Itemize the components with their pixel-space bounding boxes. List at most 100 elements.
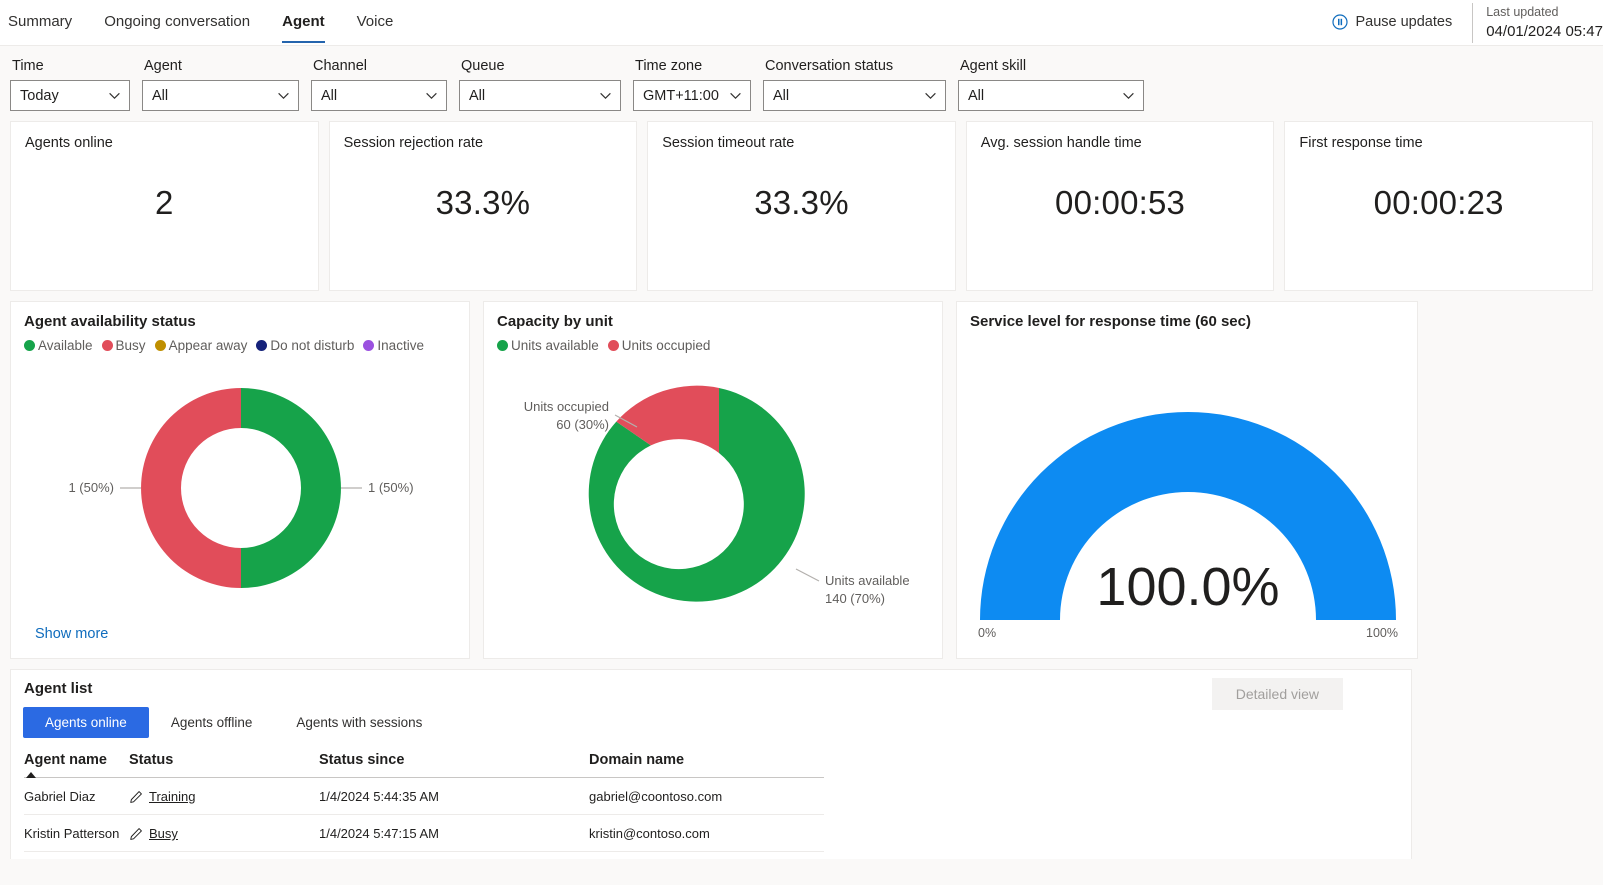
kpi-value: 00:00:23 (1373, 184, 1504, 221)
column-label: Domain name (589, 752, 685, 768)
tab-label: Ongoing conversation (104, 13, 251, 30)
filter-agent-select[interactable]: All (142, 80, 299, 111)
show-more-link[interactable]: Show more (35, 626, 108, 642)
kpi-session-timeout-rate: Session timeout rate 33.3% (647, 121, 956, 291)
column-label: Agent name (24, 752, 107, 768)
donut-label-left: 1 (50%) (68, 480, 114, 495)
pill-agents-with-sessions[interactable]: Agents with sessions (274, 707, 444, 738)
donut-slice-available[interactable] (241, 388, 341, 588)
filter-value: All (968, 87, 985, 104)
status-link[interactable]: Busy (149, 826, 178, 841)
legend-swatch-icon (607, 340, 619, 351)
legend-swatch-icon (256, 340, 268, 351)
table-row[interactable]: Kristin Patterson Busy 1/4/2024 5:47:15 … (24, 814, 824, 852)
capacity-donut-svg: Units occupied 60 (30%) Units available … (524, 385, 910, 606)
kpi-value: 00:00:53 (1055, 184, 1186, 221)
filter-channel-select[interactable]: All (311, 80, 447, 111)
column-label: Status (129, 752, 174, 768)
filter-agent-skill-select[interactable]: All (958, 80, 1144, 111)
filter-conversation-status: Conversation status All (763, 58, 946, 111)
capacity-donut-chart: Units occupied 60 (30%) Units available … (497, 353, 929, 643)
availability-donut-chart: 1 (50%) 1 (50%) (24, 353, 456, 603)
legend-item-available: Available (24, 338, 93, 353)
availability-donut-svg: 1 (50%) 1 (50%) (68, 388, 414, 588)
filter-value: GMT+11:00 (643, 87, 719, 104)
agent-list-header: Agent list (11, 670, 1411, 697)
card-title: Agent availability status (24, 313, 196, 330)
tab-ongoing-conversation[interactable]: Ongoing conversation (88, 0, 266, 46)
status-link[interactable]: Training (149, 789, 195, 804)
column-header-domain-name[interactable]: Domain name (589, 752, 824, 778)
kpi-title: First response time (1299, 135, 1423, 151)
edit-pencil-icon[interactable] (129, 827, 143, 841)
filter-label: Time (12, 58, 44, 74)
cell-status: Training (129, 777, 319, 815)
kpi-first-response-time: First response time 00:00:23 (1284, 121, 1593, 291)
cell-status-since: 1/4/2024 5:47:15 AM (319, 814, 589, 852)
capacity-legend: Units available Units occupied (497, 338, 929, 353)
tab-summary[interactable]: Summary (0, 0, 88, 46)
pause-updates-button[interactable]: Pause updates (1332, 0, 1472, 30)
pill-agents-offline[interactable]: Agents offline (149, 707, 275, 738)
card-title: Service level for response time (60 sec) (970, 313, 1251, 330)
header-actions: Pause updates Last updated 04/01/2024 05… (1332, 0, 1603, 46)
column-header-status[interactable]: Status (129, 752, 319, 778)
leader-line-available (795, 568, 820, 582)
filter-conversation-status-select[interactable]: All (763, 80, 946, 111)
legend-item-units-occupied: Units occupied (607, 338, 711, 353)
pill-agents-online[interactable]: Agents online (23, 707, 149, 738)
agent-table-head: Agent name Status Status since Domain na… (24, 752, 824, 778)
donut-label-occupied-line2: 60 (30%) (556, 417, 609, 432)
cell-status-since: 1/4/2024 5:44:35 AM (319, 777, 589, 815)
filter-label: Agent (144, 58, 182, 74)
gauge-min-label: 0% (978, 626, 996, 640)
donut-label-right: 1 (50%) (368, 480, 414, 495)
chevron-down-icon (925, 92, 936, 100)
filter-time-zone-select[interactable]: GMT+11:00 (633, 80, 751, 111)
agent-list-title: Agent list (24, 680, 93, 697)
legend-swatch-icon (363, 340, 375, 351)
filter-value: All (152, 87, 169, 104)
kpi-title: Session timeout rate (662, 135, 795, 151)
last-updated-label: Last updated (1486, 5, 1559, 19)
legend-item-units-available: Units available (497, 338, 599, 353)
column-header-agent-name[interactable]: Agent name (24, 752, 129, 778)
cell-agent-name: Gabriel Diaz (24, 777, 129, 815)
table-row[interactable]: Gabriel Diaz Training 1/4/2024 5:44:35 A… (24, 777, 824, 815)
legend-label: Appear away (168, 338, 248, 353)
tab-label: Summary (8, 13, 73, 30)
cell-status: Busy (129, 814, 319, 852)
gauge-max-label: 100% (1366, 626, 1398, 640)
service-level-gauge-svg: 100.0% 0% 100% (978, 412, 1398, 640)
kpi-agents-online: Agents online 2 (10, 121, 319, 291)
legend-label: Units occupied (621, 338, 711, 353)
tab-agent[interactable]: Agent (266, 0, 341, 46)
sort-ascending-icon (26, 772, 36, 778)
legend-label: Units available (511, 338, 599, 353)
kpi-session-rejection-rate: Session rejection rate 33.3% (328, 121, 638, 291)
filter-queue: Queue All (459, 58, 621, 111)
kpi-value: 33.3% (754, 184, 849, 221)
column-header-status-since[interactable]: Status since (319, 752, 589, 778)
legend-item-do-not-disturb: Do not disturb (256, 338, 354, 353)
card-capacity-by-unit: Capacity by unit Units available Units o… (483, 301, 943, 659)
filter-time: Time Today (10, 58, 130, 111)
pill-label: Agents offline (170, 715, 253, 730)
donut-label-available-line2: 140 (70%) (825, 591, 885, 606)
donut-slice-busy[interactable] (141, 388, 241, 588)
edit-pencil-icon[interactable] (129, 790, 143, 804)
filter-label: Agent skill (960, 58, 1027, 74)
gauge-value: 100.0% (1096, 557, 1279, 617)
legend-label: Busy (115, 338, 146, 353)
status-wrapper: Training (129, 789, 319, 804)
detailed-view-button[interactable]: Detailed view (1211, 678, 1343, 710)
cell-agent-name: Kristin Patterson (24, 814, 129, 852)
filter-queue-select[interactable]: All (459, 80, 621, 111)
filter-time-select[interactable]: Today (10, 80, 130, 111)
tab-voice[interactable]: Voice (341, 0, 410, 46)
filter-label: Time zone (635, 58, 703, 74)
kpi-avg-session-handle-time: Avg. session handle time 00:00:53 (965, 121, 1275, 291)
pause-updates-label: Pause updates (1355, 14, 1453, 30)
card-title: Capacity by unit (497, 313, 613, 330)
kpi-value: 2 (155, 184, 174, 221)
